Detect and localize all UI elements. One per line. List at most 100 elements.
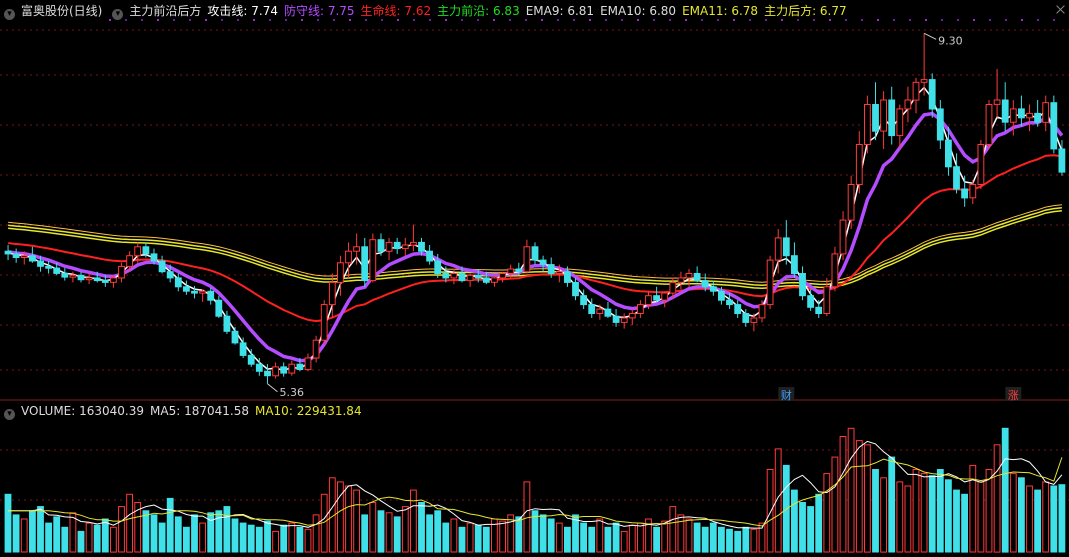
candle-0 xyxy=(4,245,12,261)
volume-bar-89 xyxy=(726,528,733,553)
volume-bar-105 xyxy=(855,440,863,553)
indicator-toggle-icon[interactable]: ▾ xyxy=(112,9,124,20)
candle-122 xyxy=(993,68,1001,118)
volume-bar-32 xyxy=(264,520,271,553)
candle-25 xyxy=(207,287,215,305)
volume-bar-109 xyxy=(888,456,896,553)
candle-102 xyxy=(831,246,839,292)
signal-dot xyxy=(957,19,959,21)
candle-body xyxy=(231,330,239,344)
volume-bar-58 xyxy=(474,524,482,553)
candle-body xyxy=(20,255,28,258)
volume-bar-27 xyxy=(223,506,231,553)
candle-body xyxy=(4,250,12,255)
candle-body xyxy=(158,260,166,273)
signal-dot xyxy=(909,19,911,21)
chevron-down-icon[interactable]: ▾ xyxy=(4,9,15,20)
stock-chart[interactable]: 9.30 5.36 财 涨 xyxy=(0,0,1069,557)
volume-bar-83 xyxy=(677,514,685,553)
candle-99 xyxy=(807,289,815,311)
volume-bar-73 xyxy=(596,518,604,553)
volume-bar-64 xyxy=(523,481,531,553)
legend-4: EMA9: 6.81 xyxy=(525,4,595,18)
signal-dot xyxy=(1053,19,1055,21)
candle-body xyxy=(320,304,328,341)
high-label: 9.30 xyxy=(938,34,963,47)
low-pointer xyxy=(267,383,278,393)
candle-body xyxy=(628,313,636,319)
volume-bar-25 xyxy=(207,512,215,553)
candle-body xyxy=(345,250,352,264)
candle-94 xyxy=(766,255,774,310)
volume-bar-66 xyxy=(539,514,547,553)
candle-body xyxy=(637,304,644,315)
candle-body xyxy=(782,237,790,257)
candle-body xyxy=(37,260,44,267)
candle-49 xyxy=(401,237,409,256)
candle-113 xyxy=(920,33,928,96)
candle-body xyxy=(645,295,652,306)
candle-108 xyxy=(880,91,888,149)
volume-bar-14 xyxy=(118,506,125,553)
candle-body xyxy=(288,363,296,374)
candle-75 xyxy=(612,309,620,327)
main-indicator-header: ▾ 富奥股份(日线) ▾ 主力前沿后方 攻击线: 7.74 防守线: 7.75 生命线: 7… xyxy=(0,2,859,20)
candle-body xyxy=(1009,108,1017,123)
candle-34 xyxy=(280,362,288,377)
candle-112 xyxy=(912,77,920,114)
candle-body xyxy=(588,304,596,315)
candle-body xyxy=(701,280,709,288)
candle-body xyxy=(255,363,263,372)
candle-body xyxy=(434,260,442,274)
candle-body xyxy=(920,79,928,83)
volume-bar-59 xyxy=(482,526,490,553)
candle-50 xyxy=(410,224,417,252)
candle-109 xyxy=(888,86,896,145)
indicator-name[interactable]: 主力前沿后方 xyxy=(129,4,201,18)
signal-dot xyxy=(861,19,863,21)
volume-bar-37 xyxy=(304,528,312,553)
candle-60 xyxy=(491,275,498,287)
volume-bar-4 xyxy=(37,506,44,553)
candle-body xyxy=(823,286,831,314)
volume-bar-104 xyxy=(847,427,855,553)
signal-dot xyxy=(989,19,991,21)
volume-bar-75 xyxy=(612,522,620,553)
volume-bar-6 xyxy=(53,516,61,553)
candle-body xyxy=(507,268,515,274)
candle-74 xyxy=(604,301,612,318)
volume-toggle-icon[interactable]: ▾ xyxy=(4,409,15,420)
volume-bar-87 xyxy=(709,522,717,553)
ma10-value: 229431.84 xyxy=(296,404,362,418)
candle-125 xyxy=(1018,95,1025,127)
volume-bar-20 xyxy=(166,497,174,553)
candle-body xyxy=(531,246,539,261)
legend-1: 防守线: 7.75 xyxy=(283,4,355,18)
volume-bar-88 xyxy=(718,526,725,553)
volume-bar-100 xyxy=(815,493,823,553)
volume-bar-114 xyxy=(928,475,936,553)
candle-body xyxy=(661,292,669,301)
legend-0: 攻击线: 7.74 xyxy=(207,4,278,18)
candle-body xyxy=(312,339,320,359)
candle-body xyxy=(718,290,725,301)
candle-128 xyxy=(1042,95,1050,132)
candle-81 xyxy=(661,291,669,308)
candle-body xyxy=(183,286,190,292)
volume-bar-33 xyxy=(272,530,280,553)
candle-87 xyxy=(709,280,717,296)
volume-bar-85 xyxy=(693,522,701,553)
candle-body xyxy=(166,271,174,279)
legend-6: EMA11: 6.78 xyxy=(682,4,759,18)
candle-body xyxy=(985,104,993,145)
volume-bar-53 xyxy=(434,510,442,553)
candle-24 xyxy=(199,289,206,302)
candle-body xyxy=(199,290,206,294)
volume-bar-56 xyxy=(458,526,466,553)
volume-bar-48 xyxy=(393,516,401,553)
volume-bar-11 xyxy=(93,524,101,553)
signal-dot xyxy=(1037,19,1039,21)
volume-bar-2 xyxy=(20,518,28,553)
candle-100 xyxy=(815,300,823,318)
candle-1 xyxy=(12,248,20,263)
